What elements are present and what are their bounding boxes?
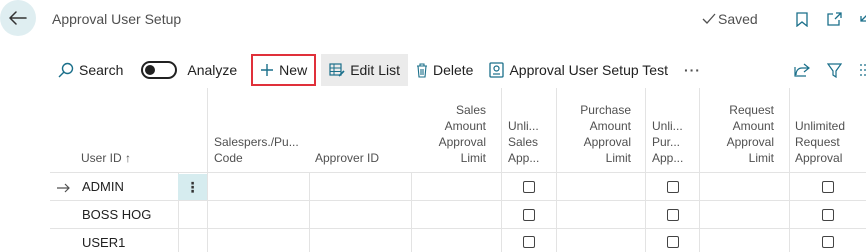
header-line: Approval (726, 135, 774, 149)
header-line: Code (214, 151, 243, 165)
header-line: Amount (589, 119, 631, 133)
action-bar: Search Analyze New Edit List Delete Appr… (50, 54, 866, 86)
header-line: Salespers./Pu... (214, 135, 299, 149)
bookmark-icon[interactable] (794, 11, 810, 27)
column-header-request-amount-approval-limit[interactable]: Request Amount Approval Limit (708, 102, 774, 166)
column-header-sales-amount-approval-limit[interactable]: Sales Amount Approval Limit (420, 102, 486, 166)
report-icon (489, 62, 505, 78)
unlimited-sales-approver-checkbox[interactable] (523, 236, 535, 248)
toggle-switch[interactable] (141, 61, 178, 79)
unlimited-request-approver-checkbox[interactable] (822, 209, 834, 221)
analyze-toggle[interactable]: Analyze (131, 54, 245, 86)
delete-label: Delete (433, 62, 474, 78)
header-line: Limit (605, 151, 631, 165)
column-header-unlimited-request-approval[interactable]: Unlimited Request Approval (795, 118, 845, 166)
plus-icon (261, 64, 274, 76)
search-label: Search (79, 62, 124, 78)
header-line: App... (508, 151, 540, 165)
approval-users-grid: User ID ↑ Salespers./Pu... Code Approver… (0, 88, 866, 252)
header-line: Limit (460, 151, 486, 165)
column-header-user-id[interactable]: User ID ↑ (81, 150, 131, 166)
unlimited-sales-approver-checkbox[interactable] (523, 181, 535, 193)
header-line: Sales (455, 103, 486, 117)
header-line: Amount (444, 119, 486, 133)
unlimited-request-approver-checkbox[interactable] (822, 181, 834, 193)
header-line: App... (652, 151, 684, 165)
unlimited-request-approver-checkbox[interactable] (822, 236, 834, 248)
user-id-cell[interactable]: BOSS HOG (82, 207, 151, 222)
saved-label: Saved (718, 11, 758, 27)
delete-button[interactable]: Delete (408, 54, 481, 86)
unlimited-purchase-approver-checkbox[interactable] (667, 181, 679, 193)
header-line: Unli... (652, 119, 683, 133)
saved-status: Saved (702, 11, 758, 27)
header-line: Request (729, 103, 774, 117)
test-label: Approval User Setup Test (509, 62, 668, 78)
column-header-unlimited-sales-approval[interactable]: Unli... Sales App... (508, 118, 539, 166)
header-line: Pur... (652, 135, 681, 149)
arrow-left-icon (9, 11, 27, 25)
header-line: Limit (748, 151, 774, 165)
back-button[interactable] (0, 0, 36, 36)
edit-list-label: Edit List (350, 62, 400, 78)
approval-user-setup-test-button[interactable]: Approval User Setup Test (481, 54, 676, 86)
open-in-new-window-icon[interactable] (826, 11, 842, 27)
checkmark-icon (702, 13, 716, 24)
unlimited-purchase-approver-checkbox[interactable] (667, 209, 679, 221)
edit-list-button[interactable]: Edit List (321, 54, 408, 86)
header-line: Approval (795, 151, 843, 165)
header-line: Purchase (580, 103, 631, 117)
arrow-right-icon (57, 183, 70, 193)
header-line: Unlimited (795, 119, 846, 133)
new-button[interactable]: New (251, 54, 317, 86)
column-header-purchase-amount-approval-limit[interactable]: Purchase Amount Approval Limit (565, 102, 631, 166)
page-title: Approval User Setup (52, 11, 182, 27)
filter-icon[interactable] (826, 62, 842, 78)
analyze-label: Analyze (187, 62, 238, 78)
header-line: Unli... (508, 119, 539, 133)
column-header-approver-id[interactable]: Approver ID (315, 150, 379, 166)
more-actions-button[interactable]: ··· (676, 54, 709, 86)
unlimited-sales-approver-checkbox[interactable] (523, 209, 535, 221)
header-line: Amount (732, 119, 774, 133)
collapse-icon[interactable] (854, 11, 866, 27)
search-icon (58, 62, 74, 78)
header-line: Sales (508, 135, 539, 149)
column-header-unlimited-purchase-approval[interactable]: Unli... Pur... App... (652, 118, 683, 166)
header-line: Request (795, 135, 840, 149)
list-options-icon[interactable] (856, 62, 866, 78)
trash-icon (417, 62, 427, 78)
share-icon[interactable] (794, 62, 810, 78)
header-line: Approval (438, 135, 486, 149)
edit-list-icon (329, 63, 345, 77)
new-label: New (279, 62, 308, 78)
unlimited-purchase-approver-checkbox[interactable] (667, 236, 679, 248)
user-id-cell[interactable]: USER1 (82, 235, 125, 250)
vertical-ellipsis-icon[interactable]: ⋮ (178, 174, 207, 200)
search-button[interactable]: Search (50, 54, 131, 86)
header-line: Approval (583, 135, 631, 149)
column-header-salespers-code[interactable]: Salespers./Pu... Code (214, 134, 299, 166)
user-id-cell[interactable]: ADMIN (82, 179, 124, 194)
